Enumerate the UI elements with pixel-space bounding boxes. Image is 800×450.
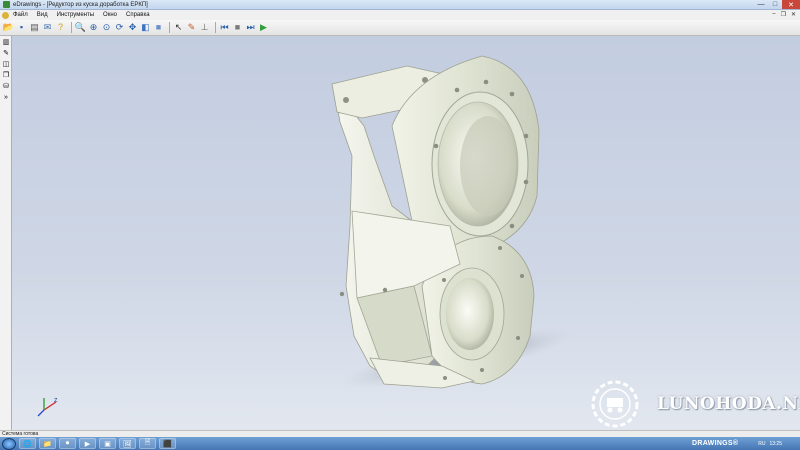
doc-restore-button[interactable]: ❐ <box>781 11 786 18</box>
edrawings-app-icon <box>3 1 10 8</box>
taskbar-app-button[interactable]: 🖼 <box>119 438 136 449</box>
maximize-button[interactable]: □ <box>768 0 782 9</box>
email-icon[interactable]: ✉ <box>42 22 53 33</box>
document-controls: – ❐ ✕ <box>772 11 796 18</box>
left-tool-panel: ▥ ✎ ◫ ❐ ⛁ » <box>0 36 12 430</box>
doc-close-button[interactable]: ✕ <box>791 11 796 18</box>
status-bar: Система готова <box>0 430 800 437</box>
watermark-text: LUNOHODA.NET <box>657 394 800 414</box>
section-icon[interactable]: ◫ <box>2 61 10 69</box>
rotate-icon[interactable]: ⟳ <box>114 22 125 33</box>
svg-text:Z: Z <box>54 398 58 404</box>
open-icon[interactable]: 📂 <box>3 22 14 33</box>
gearbox-housing-model <box>331 55 575 389</box>
minimize-button[interactable]: — <box>754 0 768 9</box>
expand-icon[interactable]: » <box>2 94 10 102</box>
menu-help[interactable]: Справка <box>126 12 150 18</box>
taskbar-app-button[interactable]: ⏺ <box>59 438 76 449</box>
explode-icon[interactable]: ❐ <box>2 72 10 80</box>
toolbar-separator <box>71 22 72 33</box>
shaded-icon[interactable]: ■ <box>153 22 164 33</box>
axis-triad-icon: Z <box>37 398 58 417</box>
menu-tools[interactable]: Инструменты <box>57 12 94 18</box>
menu-view[interactable]: Вид <box>37 12 48 18</box>
close-button[interactable]: ✕ <box>782 0 800 9</box>
lunohoda-emblem-icon <box>591 380 639 428</box>
components-icon[interactable]: ▥ <box>2 39 10 47</box>
menu-file[interactable]: Файл <box>13 12 28 18</box>
save-icon[interactable]: ▪ <box>16 22 27 33</box>
zoom-fit-icon[interactable]: 🔍 <box>75 22 86 33</box>
title-bar: eDrawings - [Редуктор из куска доработка… <box>0 0 800 10</box>
first-frame-icon[interactable]: ⏮ <box>219 22 230 33</box>
language-indicator[interactable]: RU <box>758 441 765 447</box>
print-icon[interactable]: ▤ <box>29 22 40 33</box>
measure-icon[interactable]: ⊥ <box>199 22 210 33</box>
markup-panel-icon[interactable]: ✎ <box>2 50 10 58</box>
tray-clock[interactable]: 13:25 <box>769 441 782 447</box>
window-controls: — □ ✕ <box>754 0 800 10</box>
windows-taskbar: 🌐 📁 ⏺ ▶ ▣ 🖼 🗎 ⬛ <box>0 437 800 450</box>
edrawings-logo: DRAWINGS® <box>692 440 739 447</box>
taskbar-app-button[interactable]: ▣ <box>99 438 116 449</box>
system-tray: RU 13:25 <box>758 437 800 450</box>
markup-icon[interactable]: ✎ <box>186 22 197 33</box>
zoom-area-icon[interactable]: ⊕ <box>88 22 99 33</box>
doc-minimize-button[interactable]: – <box>772 11 775 18</box>
menu-bar: Файл Вид Инструменты Окно Справка – ❐ ✕ <box>0 10 800 20</box>
toolbar: 📂 ▪ ▤ ✉? 🔍 ⊕ ⊙ ⟳ ✥ ◧ ■ ↖ ✎ ⊥ ⏮ ■ ⏭ ▶ <box>0 20 800 36</box>
mass-icon[interactable]: ⛁ <box>2 83 10 91</box>
zoom-icon[interactable]: ⊙ <box>101 22 112 33</box>
select-icon[interactable]: ↖ <box>173 22 184 33</box>
help-icon[interactable]: ? <box>55 22 66 33</box>
taskbar-app-button[interactable]: 🗎 <box>139 438 156 449</box>
toolbar-separator <box>169 22 170 33</box>
document-menu-icon[interactable] <box>2 11 9 19</box>
window-title: eDrawings - [Редуктор из куска доработка… <box>13 1 148 8</box>
toolbar-separator <box>215 22 216 33</box>
taskbar-app-button[interactable]: ⬛ <box>159 438 176 449</box>
taskbar-app-button[interactable]: 📁 <box>39 438 56 449</box>
menu-window[interactable]: Окно <box>103 12 117 18</box>
taskbar-app-button[interactable]: ▶ <box>79 438 96 449</box>
view-orientation-icon[interactable]: ◧ <box>140 22 151 33</box>
taskbar-app-button[interactable]: 🌐 <box>19 438 36 449</box>
stop-icon[interactable]: ■ <box>232 22 243 33</box>
next-frame-icon[interactable]: ⏭ <box>245 22 256 33</box>
start-button[interactable] <box>2 437 16 450</box>
pan-icon[interactable]: ✥ <box>127 22 138 33</box>
model-viewport[interactable]: Z <box>12 36 800 430</box>
play-icon[interactable]: ▶ <box>258 22 269 33</box>
